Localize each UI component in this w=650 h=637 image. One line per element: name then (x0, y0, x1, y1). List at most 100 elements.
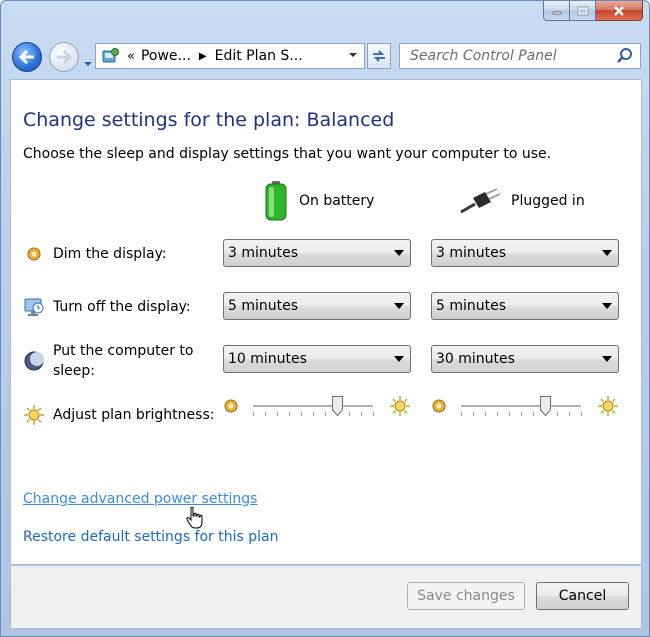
column-header-label: Plugged in (511, 193, 585, 209)
chevron-down-icon (394, 303, 404, 309)
chevron-down-icon (394, 250, 404, 256)
slider-tick (277, 412, 278, 416)
row-label-text: Turn off the display: (53, 299, 191, 315)
row-label-line: sleep: (53, 363, 96, 379)
address-dropdown-icon[interactable] (348, 52, 358, 58)
slider-tick (569, 412, 570, 416)
slider-tick (485, 412, 486, 416)
content-pane: Change settings for the plan: Balanced C… (10, 79, 642, 569)
refresh-icon (373, 50, 385, 62)
breadcrumb-separator-icon[interactable]: ▶ (199, 51, 207, 62)
brightness-battery-slider[interactable] (223, 394, 411, 422)
slider-tick (533, 412, 534, 416)
selected-value: 10 minutes (228, 351, 307, 367)
slider-tick (265, 412, 266, 416)
battery-icon (265, 181, 287, 221)
slider-track[interactable] (461, 405, 581, 408)
slider-tick (301, 412, 302, 416)
sleep-moon-icon (24, 351, 44, 371)
breadcrumb-edit-plan-settings[interactable]: Edit Plan S... (215, 48, 303, 64)
maximize-button[interactable] (570, 1, 596, 21)
recent-pages-dropdown[interactable] (83, 52, 93, 71)
slider-tick (557, 412, 558, 416)
slider-tick (461, 412, 462, 416)
brightness-sun-icon (24, 405, 44, 425)
turn-off-display-icon (24, 298, 44, 316)
slider-tick (521, 412, 522, 416)
breadcrumb-overflow[interactable]: « (127, 49, 135, 64)
slider-tick (497, 412, 498, 416)
search-input[interactable] (408, 47, 616, 65)
cancel-button[interactable]: Cancel (536, 582, 629, 610)
chevron-down-icon (602, 250, 612, 256)
navigation-bar: « Powe... ▶ Edit Plan S... (9, 39, 643, 75)
column-header-on-battery: On battery (263, 180, 374, 222)
chevron-down-icon (602, 356, 612, 362)
page-title: Change settings for the plan: Balanced (23, 109, 395, 131)
sleep-plugged-select[interactable]: 30 minutes (431, 345, 619, 373)
turn-off-display-plugged-select[interactable]: 5 minutes (431, 292, 619, 320)
back-button[interactable] (12, 42, 42, 72)
search-icon[interactable] (616, 47, 634, 65)
selected-value: 5 minutes (436, 298, 507, 314)
row-label-line: Put the computer to (53, 343, 194, 359)
slider-tick (473, 412, 474, 416)
sleep-battery-select[interactable]: 10 minutes (223, 345, 411, 373)
minimize-button[interactable] (543, 1, 570, 21)
slider-tick (325, 412, 326, 416)
forward-arrow-icon (57, 50, 72, 64)
breadcrumb-power-options[interactable]: Powe... (141, 48, 191, 64)
dim-display-battery-select[interactable]: 3 minutes (223, 239, 411, 267)
row-label-dim-display: Dim the display: (23, 243, 167, 265)
save-changes-button[interactable]: Save changes (407, 582, 525, 610)
refresh-button[interactable] (367, 43, 391, 69)
slider-tick (313, 412, 314, 416)
control-panel-window: « Powe... ▶ Edit Plan S... Change settin… (0, 0, 650, 637)
selected-value: 3 minutes (436, 245, 507, 261)
slider-thumb[interactable] (539, 396, 551, 416)
row-label-turn-off-display: Turn off the display: (23, 296, 191, 318)
page-subtitle: Choose the sleep and display settings th… (23, 146, 552, 162)
turn-off-display-battery-select[interactable]: 5 minutes (223, 292, 411, 320)
column-header-plugged-in: Plugged in (459, 180, 585, 222)
button-bar: Save changes Cancel (10, 566, 642, 629)
address-bar[interactable]: « Powe... ▶ Edit Plan S... (95, 43, 365, 69)
maximize-icon (577, 6, 588, 15)
selected-value: 3 minutes (228, 245, 299, 261)
restore-default-settings-link[interactable]: Restore default settings for this plan (23, 529, 279, 545)
forward-button[interactable] (49, 42, 79, 72)
change-advanced-power-settings-link[interactable]: Change advanced power settings (23, 491, 257, 507)
dim-display-icon (27, 247, 41, 261)
chevron-down-icon (394, 356, 404, 362)
slider-tick (253, 412, 254, 416)
selected-value: 5 minutes (228, 298, 299, 314)
close-icon (614, 5, 624, 16)
power-plug-icon (460, 188, 501, 214)
slider-tick (289, 412, 290, 416)
back-arrow-icon (19, 50, 34, 64)
slider-track[interactable] (253, 405, 373, 408)
slider-tick (373, 412, 374, 416)
hand-cursor-icon (186, 506, 203, 529)
search-box[interactable] (399, 43, 641, 69)
dim-display-plugged-select[interactable]: 3 minutes (431, 239, 619, 267)
bright-brightness-icon (390, 396, 410, 416)
row-label-text: Adjust plan brightness: (53, 407, 215, 423)
slider-tick (349, 412, 350, 416)
row-label-brightness: Adjust plan brightness: (23, 404, 214, 426)
row-label-text: Dim the display: (53, 246, 167, 262)
slider-tick (509, 412, 510, 416)
dim-brightness-icon (432, 399, 446, 413)
selected-value: 30 minutes (436, 351, 515, 367)
control-panel-icon (102, 48, 119, 63)
slider-ticks (461, 412, 582, 416)
brightness-plugged-slider[interactable] (431, 394, 619, 422)
row-label-sleep: Put the computer to sleep: (23, 341, 193, 381)
row-label-text: Put the computer to sleep: (53, 341, 193, 381)
caption-buttons (543, 1, 643, 21)
slider-ticks (253, 412, 374, 416)
bright-brightness-icon (598, 396, 618, 416)
slider-thumb[interactable] (331, 396, 343, 416)
close-button[interactable] (596, 1, 643, 21)
chevron-down-icon (84, 62, 92, 66)
